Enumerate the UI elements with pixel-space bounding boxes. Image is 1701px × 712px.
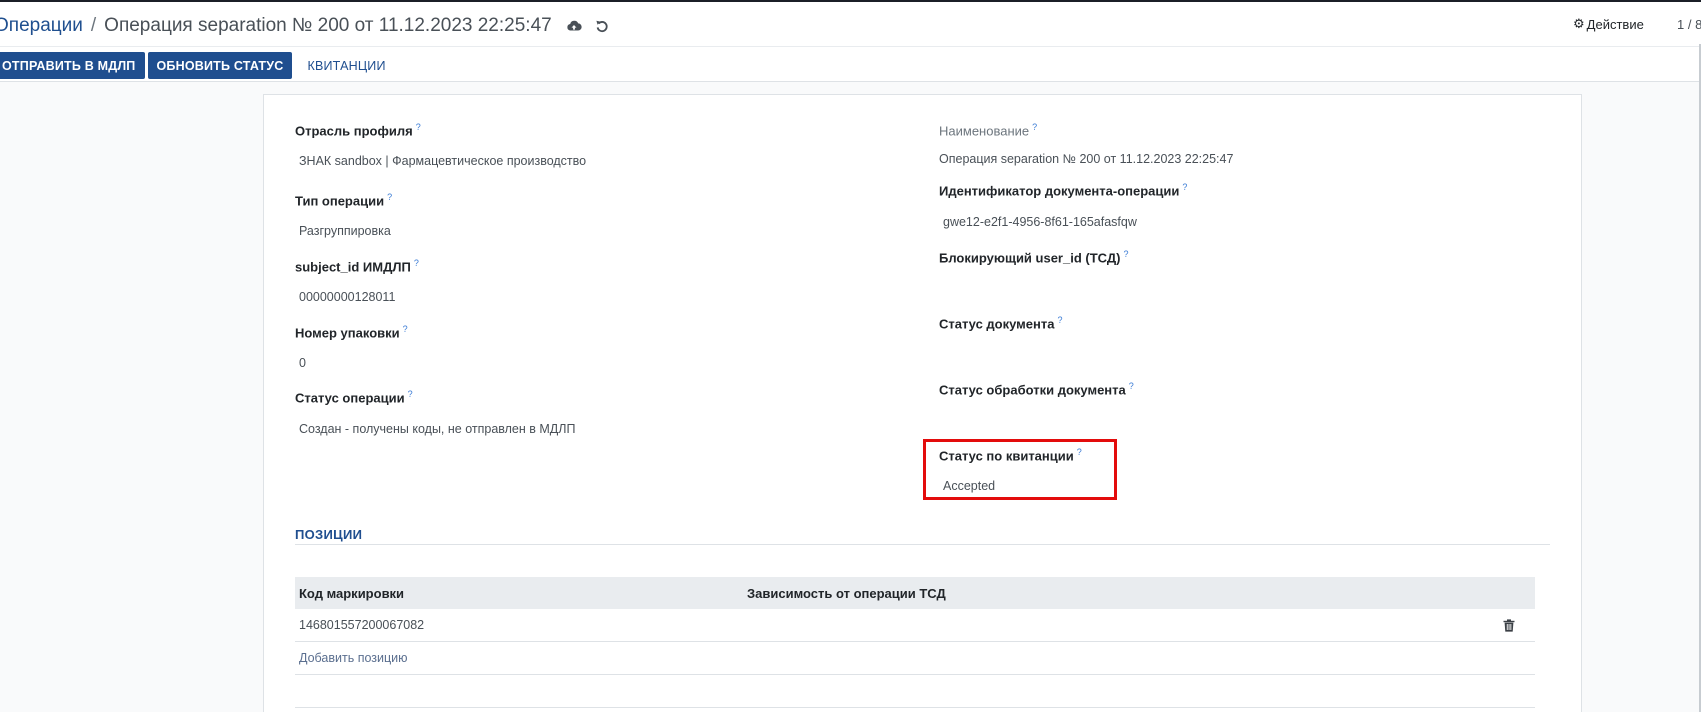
add-position-link[interactable]: Добавить позицию <box>295 642 1535 675</box>
field-value-operation-type[interactable]: Разгруппировка <box>299 224 391 238</box>
breadcrumb-parent-link[interactable]: Операции <box>0 15 83 37</box>
help-icon[interactable]: ? <box>403 324 408 334</box>
help-icon[interactable]: ? <box>1123 249 1128 259</box>
action-menu-label: Действие <box>1586 16 1644 32</box>
positions-table: Код маркировки Зависимость от операции Т… <box>295 577 1535 675</box>
field-label-package-number: Номер упаковки? <box>295 324 408 341</box>
field-label-document-status: Статус документа? <box>939 315 1063 332</box>
field-label-operation-type: Тип операции? <box>295 192 393 209</box>
page-title: Операция separation № 200 от 11.12.2023 … <box>104 15 552 36</box>
table-header: Код маркировки Зависимость от операции Т… <box>295 577 1535 609</box>
field-value-name: Операция separation № 200 от 11.12.2023 … <box>939 152 1234 166</box>
receipts-button[interactable]: КВИТАНЦИИ <box>295 52 397 79</box>
positions-section-title[interactable]: ПОЗИЦИИ <box>295 527 362 542</box>
pager-counter[interactable]: 1 / 8 <box>1677 17 1701 32</box>
field-label-profile-industry: Отрасль профиля? <box>295 122 421 139</box>
field-value-profile-industry[interactable]: ЗНАК sandbox | Фармацевтическое производ… <box>299 154 586 168</box>
column-header-dependency[interactable]: Зависимость от операции ТСД <box>747 586 1535 601</box>
section-divider <box>295 544 1550 545</box>
divider <box>0 46 1701 47</box>
field-value-operation-status[interactable]: Создан - получены коды, не отправлен в М… <box>299 422 575 436</box>
field-label-processing-status: Статус обработки документа? <box>939 381 1134 398</box>
help-icon[interactable]: ? <box>1129 381 1134 391</box>
field-label-receipt-status: Статус по квитанции? <box>939 447 1082 464</box>
control-panel: Операции / Операция separation № 200 от … <box>0 2 1701 82</box>
gear-icon: ⚙ <box>1573 16 1585 31</box>
table-bottom-divider <box>295 707 1535 708</box>
action-menu-button[interactable]: ⚙ Действие <box>1573 16 1644 32</box>
field-value-document-id[interactable]: gwe12-e2f1-4956-8f61-165afasfqw <box>943 215 1137 229</box>
cell-marking-code[interactable]: 146801557200067082 <box>295 618 424 632</box>
help-icon[interactable]: ? <box>1057 315 1062 325</box>
help-icon[interactable]: ? <box>1077 447 1082 457</box>
button-bar: ОТПРАВИТЬ В МДЛП ОБНОВИТЬ СТАТУС КВИТАНЦ… <box>0 52 398 79</box>
undo-icon[interactable] <box>594 18 610 34</box>
help-icon[interactable]: ? <box>414 258 419 268</box>
column-header-marking-code[interactable]: Код маркировки <box>295 586 747 601</box>
trash-icon[interactable] <box>1503 619 1515 632</box>
field-value-package-number[interactable]: 0 <box>299 356 306 370</box>
breadcrumb: Операции / Операция separation № 200 от … <box>0 14 610 38</box>
help-icon[interactable]: ? <box>1032 122 1037 132</box>
field-value-receipt-status[interactable]: Accepted <box>943 479 995 493</box>
field-value-subject-id[interactable]: 00000000128011 <box>299 290 395 304</box>
help-icon[interactable]: ? <box>1182 182 1187 192</box>
send-to-mdlp-button[interactable]: ОТПРАВИТЬ В МДЛП <box>0 52 145 79</box>
help-icon[interactable]: ? <box>416 122 421 132</box>
refresh-status-button[interactable]: ОБНОВИТЬ СТАТУС <box>147 52 293 79</box>
help-icon[interactable]: ? <box>387 192 392 202</box>
field-label-blocking-user-id: Блокирующий user_id (ТСД)? <box>939 249 1129 266</box>
field-label-subject-id: subject_id ИМДЛП? <box>295 258 419 275</box>
table-row[interactable]: 146801557200067082 <box>295 609 1535 642</box>
help-icon[interactable]: ? <box>408 389 413 399</box>
field-label-operation-status: Статус операции? <box>295 389 413 406</box>
cloud-upload-icon[interactable] <box>566 18 582 34</box>
field-label-document-id: Идентификатор документа-операции? <box>939 182 1188 199</box>
field-label-name: Наименование? <box>939 122 1038 139</box>
breadcrumb-separator: / <box>90 15 97 36</box>
